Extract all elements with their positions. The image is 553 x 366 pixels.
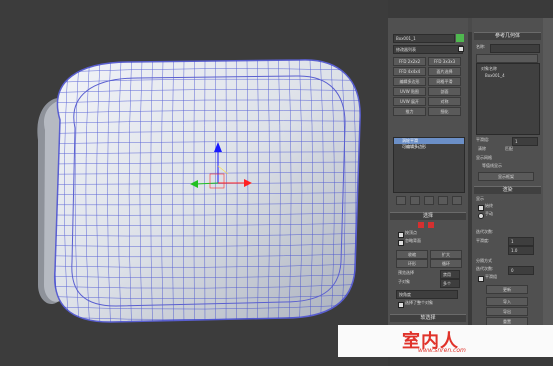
render-iter-label: 迭代次数:	[476, 266, 494, 271]
whole-object-label: 选择了整个对象	[405, 300, 433, 305]
reference-header[interactable]: 参考几何体	[474, 32, 541, 40]
dropdown-arrow-icon[interactable]	[458, 46, 464, 52]
modifier-list-dropdown[interactable]: 修改器列表	[393, 45, 463, 54]
selection-rollout-header[interactable]: 选择	[390, 212, 466, 220]
manual-label: 手动	[485, 211, 493, 216]
modifier-stack: 涡轮平滑 可编辑多边形	[393, 137, 465, 193]
smoothness-field[interactable]: 1.0	[508, 246, 534, 255]
show-label: 显示	[476, 196, 484, 201]
smoothing-field[interactable]: 1	[512, 137, 538, 146]
object-name-field[interactable]: Box001_1	[393, 34, 455, 43]
modifier-button[interactable]: FFD 2x2x2	[393, 57, 426, 66]
select-by-angle-field[interactable]: 按角度	[396, 290, 458, 299]
manual-radio[interactable]	[478, 213, 484, 219]
stack-item-editpoly[interactable]: 可编辑多边形	[394, 144, 464, 150]
ring-button[interactable]: 环形	[396, 259, 428, 268]
ignore-backfacing-checkbox[interactable]	[398, 240, 404, 246]
vertex-mode-icon[interactable]	[418, 222, 424, 228]
display-mesh-label: 显示网格	[476, 155, 492, 160]
import-button[interactable]: 导入	[486, 297, 528, 306]
modifier-button[interactable]: 面片选择	[428, 67, 461, 76]
configure-sets-icon[interactable]	[452, 196, 462, 205]
make-unique-icon[interactable]	[424, 196, 434, 205]
remove-modifier-icon[interactable]	[438, 196, 448, 205]
name-field[interactable]	[490, 44, 540, 53]
smoothing-label: 平滑组:	[476, 137, 490, 142]
show-cage-button[interactable]: 显示框架	[478, 172, 534, 181]
shrink-button[interactable]: 收缩	[396, 250, 428, 259]
modifier-button[interactable]: 网格平滑	[428, 77, 461, 86]
smoothing-groups-label: 平滑组	[485, 274, 497, 279]
list-item[interactable]: Box001_4	[485, 73, 505, 79]
pillow-body[interactable]	[53, 59, 361, 323]
stack-label: 涡轮平滑	[402, 138, 418, 143]
modifier-button[interactable]: 对称	[428, 97, 461, 106]
edge-mode-icon[interactable]	[428, 222, 434, 228]
by-vertex-label: 按顶点	[405, 230, 417, 235]
separate-label: 分隔方式	[476, 258, 492, 263]
modifier-button[interactable]: FFD 4x4x4	[393, 67, 426, 76]
subobject-label: 子对象	[398, 279, 410, 284]
viewport[interactable]	[0, 0, 388, 366]
watermark: 室内人 www.snren.com	[338, 325, 553, 357]
list-toolbar[interactable]	[476, 54, 538, 63]
object-listbox[interactable]: 对象名称 Box001_4	[476, 63, 540, 135]
update-button[interactable]: 更新	[486, 285, 528, 294]
iterations-field[interactable]: 1	[508, 237, 534, 246]
by-vertex-checkbox[interactable]	[398, 232, 404, 238]
iterations-label: 迭代次数:	[476, 229, 494, 234]
ignore-backfacing-label: 忽略背面	[405, 238, 421, 243]
modifier-button[interactable]: 推力	[393, 107, 426, 116]
grow-button[interactable]: 扩大	[430, 250, 462, 259]
modifier-button[interactable]: UVW 贴图	[393, 87, 426, 96]
list-item[interactable]: 对象名称	[481, 66, 497, 72]
iso-line-label: 等值线显示	[482, 163, 502, 168]
modifier-button[interactable]: 剖面	[428, 87, 461, 96]
pin-stack-icon[interactable]	[396, 196, 406, 205]
render-header[interactable]: 渲染	[474, 186, 541, 194]
panel-scrollbar[interactable]	[543, 18, 553, 348]
show-end-result-icon[interactable]	[410, 196, 420, 205]
modifier-button[interactable]: 细化	[428, 107, 461, 116]
stack-label: 可编辑多边形	[402, 144, 426, 149]
always-label: 始终	[485, 203, 493, 208]
match-label[interactable]: 匹配	[505, 146, 513, 152]
iso-checkbox[interactable]	[478, 205, 484, 211]
soft-selection-rollout[interactable]: 软选择	[390, 314, 466, 322]
watermark-url: www.snren.com	[418, 347, 466, 354]
app-root: Box001_1 修改器列表 FFD 2x2x2 FFD 3x3x3 FFD 4x4…	[0, 0, 553, 366]
modifier-button[interactable]: UVW 展开	[393, 97, 426, 106]
preview-selection-label: 预览选择	[398, 270, 414, 275]
clear-label[interactable]: 清除	[478, 146, 486, 152]
smoothness-label: 平滑度:	[476, 238, 490, 243]
multi-field[interactable]: 多个	[440, 279, 460, 288]
preview-disabled-field[interactable]: 禁用	[440, 270, 460, 279]
render-iter-field[interactable]: 0	[508, 266, 534, 275]
loop-button[interactable]: 循环	[430, 259, 462, 268]
modifier-button[interactable]: 编辑多边形	[393, 77, 426, 86]
pillow-mesh-view	[37, 59, 361, 323]
whole-object-checkbox[interactable]	[398, 302, 404, 308]
export-button[interactable]: 导出	[486, 307, 528, 316]
smoothing-groups-checkbox[interactable]	[478, 276, 484, 282]
name-label: 名称:	[476, 44, 486, 49]
modifier-button[interactable]: FFD 3x3x3	[428, 57, 461, 66]
object-color-swatch[interactable]	[456, 34, 464, 42]
